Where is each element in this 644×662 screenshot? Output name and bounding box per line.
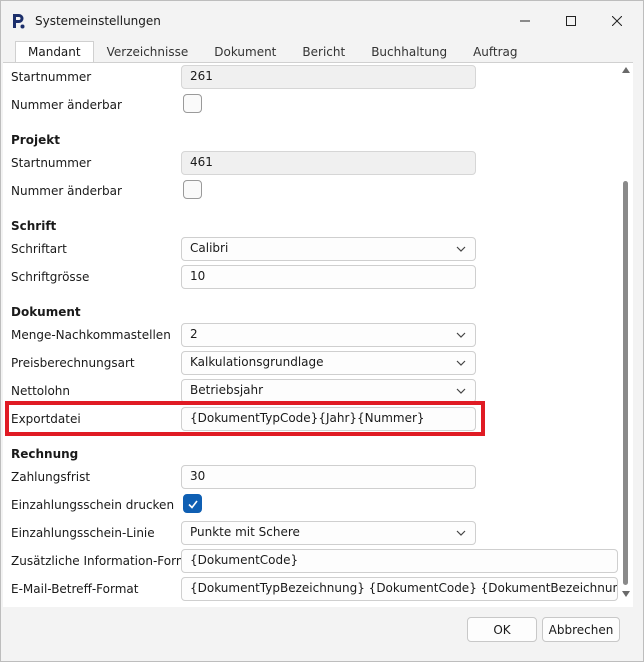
scroll-up-arrow-icon[interactable]: [622, 67, 630, 73]
minimize-button[interactable]: [502, 1, 548, 41]
close-icon: [612, 16, 622, 26]
menge-nachkommastellen-value: 2: [190, 327, 198, 341]
projekt-startnummer-field[interactable]: 461: [181, 151, 476, 175]
tab-bericht[interactable]: Bericht: [289, 41, 358, 63]
einzahlungsschein-linie-select[interactable]: Punkte mit Schere: [181, 521, 476, 545]
maximize-icon: [566, 16, 576, 26]
tab-dokument[interactable]: Dokument: [201, 41, 289, 63]
nummer-aenderbar-checkbox[interactable]: [183, 94, 202, 113]
zusaetzliche-information-format-label: Zusätzliche Information-Format: [11, 554, 200, 568]
vertical-scrollbar[interactable]: [620, 63, 632, 603]
section-rechnung-title: Rechnung: [11, 447, 79, 461]
preisberechnungsart-select[interactable]: Kalkulationsgrundlage: [181, 351, 476, 375]
einzahlungsschein-drucken-label: Einzahlungsschein drucken: [11, 498, 175, 512]
startnummer-label: Startnummer: [11, 70, 92, 84]
startnummer-field[interactable]: 261: [181, 65, 476, 89]
menge-nachkommastellen-select[interactable]: 2: [181, 323, 476, 347]
close-button[interactable]: [594, 1, 640, 41]
einzahlungsschein-linie-label: Einzahlungsschein-Linie: [11, 526, 155, 540]
zahlungsfrist-field[interactable]: 30: [181, 465, 476, 489]
title-bar: Systemeinstellungen: [1, 1, 643, 41]
einzahlungsschein-drucken-checkbox[interactable]: [183, 494, 202, 513]
preisberechnungsart-label: Preisberechnungsart: [11, 356, 135, 370]
scroll-down-arrow-icon[interactable]: [622, 591, 630, 597]
menge-nachkommastellen-label: Menge-Nachkommastellen: [11, 328, 171, 342]
einzahlungsschein-linie-value: Punkte mit Schere: [190, 525, 300, 539]
schriftgroesse-label: Schriftgrösse: [11, 270, 90, 284]
chevron-down-icon: [456, 332, 466, 338]
settings-window: Systemeinstellungen Mandant Verzeichniss…: [0, 0, 644, 662]
nummer-aenderbar-label: Nummer änderbar: [11, 98, 122, 112]
minimize-icon: [520, 20, 530, 22]
email-betreff-format-field[interactable]: {DokumentTypBezeichnung} {DokumentCode} …: [181, 577, 618, 601]
tab-buchhaltung[interactable]: Buchhaltung: [358, 41, 460, 63]
schriftart-label: Schriftart: [11, 242, 67, 256]
nettolohn-label: Nettolohn: [11, 384, 70, 398]
scrollbar-thumb[interactable]: [623, 181, 628, 585]
section-dokument-title: Dokument: [11, 305, 81, 319]
window-title: Systemeinstellungen: [35, 14, 161, 28]
maximize-button[interactable]: [548, 1, 594, 41]
chevron-down-icon: [456, 530, 466, 536]
preisberechnungsart-value: Kalkulationsgrundlage: [190, 355, 324, 369]
projekt-startnummer-label: Startnummer: [11, 156, 92, 170]
chevron-down-icon: [456, 246, 466, 252]
schriftgroesse-field[interactable]: 10: [181, 265, 476, 289]
schriftart-select[interactable]: Calibri: [181, 237, 476, 261]
cancel-button[interactable]: Abbrechen: [542, 617, 620, 642]
ok-button[interactable]: OK: [467, 617, 537, 642]
section-schrift-title: Schrift: [11, 219, 57, 233]
zusaetzliche-information-format-field[interactable]: {DokumentCode}: [181, 549, 618, 573]
chevron-down-icon: [456, 388, 466, 394]
projekt-nummer-aenderbar-label: Nummer änderbar: [11, 184, 122, 198]
nettolohn-value: Betriebsjahr: [190, 383, 264, 397]
email-betreff-format-label: E-Mail-Betreff-Format: [11, 582, 139, 596]
exportdatei-highlight-box: [5, 401, 485, 436]
checkmark-icon: [187, 500, 198, 509]
settings-panel: Startnummer 261 Nummer änderbar Projekt …: [3, 62, 633, 607]
app-logo-icon: [13, 14, 25, 29]
zahlungsfrist-label: Zahlungsfrist: [11, 470, 91, 484]
section-projekt-title: Projekt: [11, 133, 60, 147]
nettolohn-select[interactable]: Betriebsjahr: [181, 379, 476, 403]
tab-bar: Mandant Verzeichnisse Dokument Bericht B…: [15, 41, 531, 63]
tab-verzeichnisse[interactable]: Verzeichnisse: [94, 41, 202, 63]
schriftart-value: Calibri: [190, 241, 229, 255]
projekt-nummer-aenderbar-checkbox[interactable]: [183, 180, 202, 199]
tab-mandant[interactable]: Mandant: [15, 41, 94, 63]
chevron-down-icon: [456, 360, 466, 366]
tab-auftrag[interactable]: Auftrag: [460, 41, 530, 63]
